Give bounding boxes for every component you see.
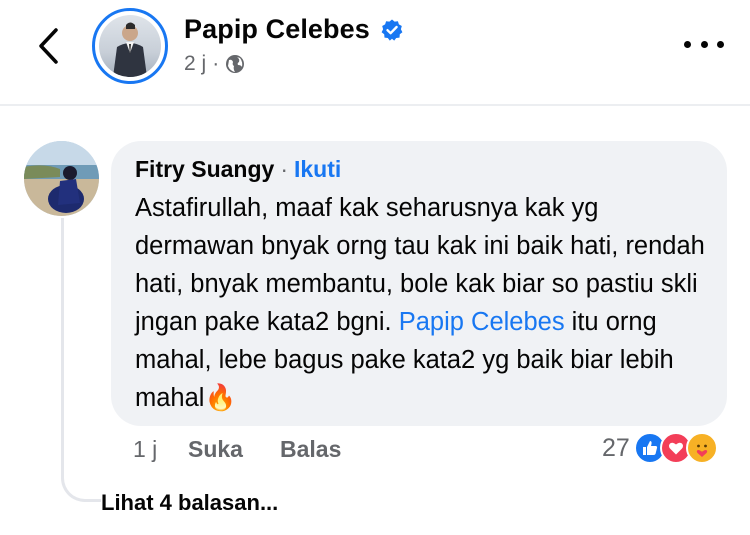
- globe-icon: [226, 55, 245, 73]
- post-time: 2 j: [184, 52, 207, 75]
- comment-text: Astafirullah, maaf kak seharusnya kak yg…: [135, 189, 705, 417]
- reply-button[interactable]: Balas: [280, 436, 341, 463]
- comment-header: Fitry Suangy · Ikuti: [135, 156, 703, 183]
- post-header: Papip Celebes 2 j ·: [0, 0, 750, 106]
- comment-actions: 1 j Suka Balas: [133, 436, 341, 463]
- commenter-photo: [24, 141, 99, 216]
- comment-bubble: Fitry Suangy · Ikuti Astafirullah, maaf …: [111, 141, 727, 426]
- more-horizontal-icon: [684, 40, 691, 48]
- like-button[interactable]: Suka: [188, 436, 280, 463]
- comment-time: 1 j: [133, 436, 158, 462]
- more-options-button[interactable]: [684, 32, 724, 56]
- person-photo: [113, 22, 147, 77]
- care-reaction-icon: [685, 432, 718, 464]
- page-title[interactable]: Papip Celebes: [184, 14, 370, 45]
- view-replies-link[interactable]: Lihat 4 balasan...: [101, 490, 278, 516]
- mention-link[interactable]: Papip Celebes: [399, 308, 565, 336]
- follow-button[interactable]: Ikuti: [294, 156, 341, 183]
- more-dot: [717, 40, 724, 48]
- verified-badge-icon: [381, 19, 403, 41]
- page-avatar[interactable]: [92, 8, 168, 84]
- meta-separator: ·: [212, 52, 220, 75]
- reply-thread-line: [61, 218, 101, 502]
- commenter-avatar[interactable]: [24, 141, 99, 216]
- chevron-left-icon: [39, 28, 58, 64]
- more-dot: [700, 40, 708, 48]
- author-separator: ·: [280, 156, 288, 182]
- fire-emoji: 🔥: [204, 384, 237, 412]
- post-meta: 2 j ·: [184, 52, 245, 76]
- reaction-summary[interactable]: 27: [602, 432, 718, 464]
- back-button[interactable]: [28, 24, 68, 68]
- comment-author[interactable]: Fitry Suangy: [135, 156, 274, 183]
- reaction-count: 27: [602, 433, 630, 462]
